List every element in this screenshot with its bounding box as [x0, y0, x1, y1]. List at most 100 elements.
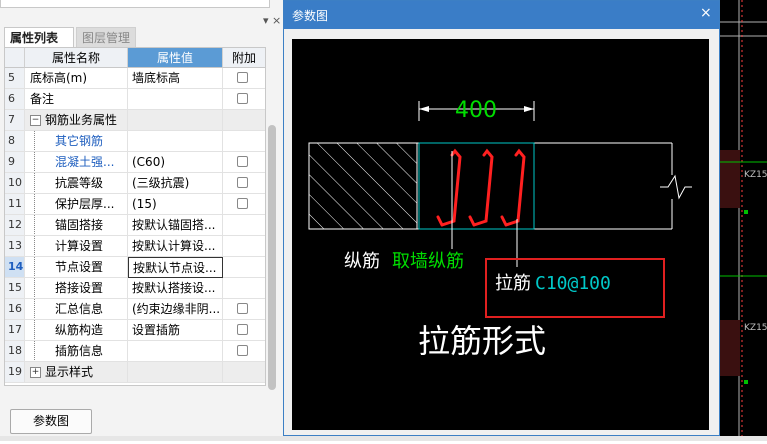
property-name-label: 混凝土强... — [55, 155, 115, 169]
property-name-cell: 锚固搭接 — [25, 215, 128, 236]
row-number: 5 — [5, 68, 25, 89]
expand-icon[interactable]: + — [30, 367, 41, 378]
property-value-cell[interactable]: 按默认计算设... — [128, 236, 223, 257]
table-row[interactable]: 5 底标高(m) 墙底标高 — [5, 68, 265, 89]
property-value-cell[interactable]: (三级抗震) — [128, 173, 223, 194]
property-value-cell[interactable]: (约束边缘非阴... — [128, 299, 223, 320]
property-value-cell[interactable] — [128, 89, 223, 110]
table-row[interactable]: 6 备注 — [5, 89, 265, 110]
label-longitudinal: 纵筋 — [344, 251, 380, 272]
label-longitudinal-value: 取墙纵筋 — [392, 251, 464, 272]
property-value-cell[interactable]: 按默认搭接设... — [128, 278, 223, 299]
diagram-canvas: 400 纵筋 取墙纵筋 拉筋 C10@100 拉筋形式 — [292, 39, 709, 430]
property-name-label: 汇总信息 — [55, 302, 104, 316]
row-number: 9 — [5, 152, 25, 173]
tree-connector — [34, 257, 35, 277]
property-name-cell: 插筋信息 — [25, 341, 128, 362]
tree-connector — [34, 215, 35, 235]
param-diagram-dialog: 参数图 × 400 纵筋 取墙纵筋 拉筋 C10@100 拉筋形式 — [283, 0, 720, 436]
top-input-field[interactable] — [0, 0, 270, 8]
tab-layer-management[interactable]: 图层管理 — [76, 27, 136, 47]
row-number: 10 — [5, 173, 25, 194]
property-value-cell[interactable]: 按默认锚固搭... — [128, 215, 223, 236]
extra-checkbox[interactable] — [237, 345, 248, 356]
extra-checkbox[interactable] — [237, 156, 248, 167]
extra-checkbox[interactable] — [237, 198, 248, 209]
tree-connector — [34, 152, 35, 172]
table-row[interactable]: 9 混凝土强... (C60) — [5, 152, 265, 173]
table-row[interactable]: 15 搭接设置 按默认搭接设... — [5, 278, 265, 299]
property-name-label: 锚固搭接 — [55, 218, 104, 232]
dialog-title: 参数图 — [292, 9, 329, 23]
table-row[interactable]: 19 + 显示样式 — [5, 362, 265, 383]
property-name-label: 纵筋构造 — [55, 323, 104, 337]
extra-cell — [223, 236, 265, 257]
extra-checkbox[interactable] — [237, 177, 248, 188]
tree-connector — [34, 131, 35, 151]
break-line — [660, 174, 692, 200]
tie-bar-diagram: 400 纵筋 取墙纵筋 拉筋 C10@100 拉筋形式 — [308, 98, 692, 360]
dialog-title-bar[interactable]: 参数图 × — [284, 1, 719, 29]
bg-label-kz15-1: KZ15 — [744, 170, 767, 180]
table-row[interactable]: 12 锚固搭接 按默认锚固搭... — [5, 215, 265, 236]
bg-label-kz15-2: KZ15 — [744, 323, 767, 333]
taskbar-strip — [0, 436, 767, 441]
header-extra[interactable]: 附加 — [223, 48, 265, 68]
panel-pin-close-icon[interactable]: ▾ × — [263, 14, 281, 27]
diagram-caption: 拉筋形式 — [418, 322, 546, 360]
row-number: 15 — [5, 278, 25, 299]
table-row[interactable]: 16 汇总信息 (约束边缘非阴... — [5, 299, 265, 320]
close-icon[interactable]: × — [700, 5, 712, 21]
property-value-cell[interactable]: (C60) — [128, 152, 223, 173]
label-tie-value: C10@100 — [535, 273, 611, 294]
header-property-name[interactable]: 属性名称 — [25, 48, 128, 68]
extra-checkbox[interactable] — [237, 303, 248, 314]
table-row[interactable]: 7− 钢筋业务属性 — [5, 110, 265, 131]
table-row[interactable]: 11 保护层厚... (15) — [5, 194, 265, 215]
tree-connector — [34, 236, 35, 256]
tree-connector — [34, 173, 35, 193]
property-name-cell: 搭接设置 — [25, 278, 128, 299]
table-row[interactable]: 14 节点设置 按默认节点设... — [5, 257, 265, 278]
property-name-cell: 汇总信息 — [25, 299, 128, 320]
extra-checkbox[interactable] — [237, 93, 248, 104]
extra-checkbox[interactable] — [237, 324, 248, 335]
collapse-icon[interactable]: − — [30, 115, 41, 126]
property-value-cell[interactable] — [128, 341, 223, 362]
property-name-cell: 纵筋构造 — [25, 320, 128, 341]
table-row[interactable]: 17 纵筋构造 设置插筋 — [5, 320, 265, 341]
tab-property-list[interactable]: 属性列表 — [4, 27, 74, 47]
property-value-cell[interactable]: 墙底标高 — [128, 68, 223, 89]
property-name-cell: + 显示样式 — [25, 362, 128, 383]
property-panel: ▾ × 属性列表 图层管理 属性名称 属性值 附加 5 底标高(m) 墙底标高 6 备注… — [0, 0, 283, 441]
dimension-value: 400 — [455, 98, 497, 123]
property-value-cell[interactable] — [128, 362, 223, 383]
row-number: 13 — [5, 236, 25, 257]
table-row[interactable]: 13 计算设置 按默认计算设... — [5, 236, 265, 257]
extra-checkbox[interactable] — [237, 72, 248, 83]
property-name-label: 插筋信息 — [55, 344, 104, 358]
extra-cell — [223, 320, 265, 341]
header-property-value[interactable]: 属性值 — [128, 48, 223, 68]
property-value-cell[interactable] — [128, 131, 223, 152]
wall-hatch — [308, 142, 418, 230]
table-row[interactable]: 8 其它钢筋 — [5, 131, 265, 152]
table-row[interactable]: 18 插筋信息 — [5, 341, 265, 362]
extra-cell — [223, 89, 265, 110]
property-name-cell: 混凝土强... — [25, 152, 128, 173]
property-name-cell: 计算设置 — [25, 236, 128, 257]
property-value-cell[interactable]: (15) — [128, 194, 223, 215]
tree-connector — [34, 341, 35, 361]
extra-cell — [223, 215, 265, 236]
row-number: 17 — [5, 320, 25, 341]
property-value-cell[interactable]: 按默认节点设... — [128, 257, 223, 278]
tree-connector — [34, 320, 35, 340]
property-value-cell[interactable]: 设置插筋 — [128, 320, 223, 341]
property-value-cell[interactable] — [128, 110, 223, 131]
panel-scrollbar[interactable] — [268, 125, 276, 390]
param-diagram-button[interactable]: 参数图 — [10, 409, 92, 434]
row-number: 8 — [5, 131, 25, 152]
table-row[interactable]: 10 抗震等级 (三级抗震) — [5, 173, 265, 194]
property-name-cell: 底标高(m) — [25, 68, 128, 89]
tie-bars — [436, 148, 526, 227]
